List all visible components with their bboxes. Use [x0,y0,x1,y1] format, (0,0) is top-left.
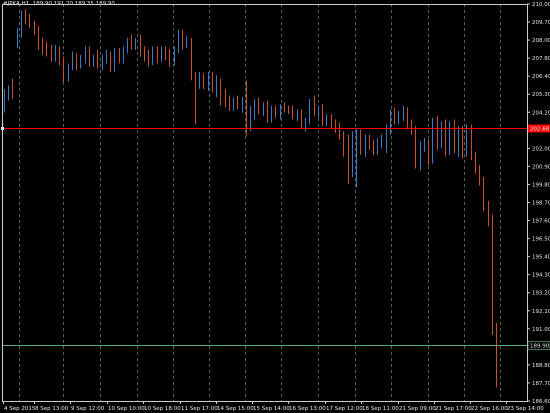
y-tick-label: 207.80 [532,56,550,62]
y-tick-label: 210.00 [532,2,550,8]
y-tick-label: 206.40 [532,74,550,80]
grid-lines [19,4,501,401]
x-tick-label: 17 Sep 12:00 [326,406,363,412]
x-tick-label: 23 Sep 14:00 [507,406,544,412]
x-tick-label: 22 Sep 16:00 [471,406,508,412]
x-tick-label: 15 Sep 14:00 [253,406,290,412]
x-tick-label: 14 Sep 15:00 [217,406,254,412]
x-tick-label: 21 Sep 17:00 [435,406,472,412]
y-tick-label: 205.30 [532,92,550,98]
last-price-label: 189.90 [530,344,550,350]
axes: 210.00 209.70 208.00 207.80 206.40 205.30 204.… [2,2,550,412]
x-tick-label: 8 Sep 13:00 [35,406,69,412]
x-tick-label: 10 Sep 10:00 [108,406,145,412]
y-tick-label: 195.40 [532,255,550,261]
bid-price-label: 202.68 [530,127,550,133]
y-tick-label: 208.00 [532,38,550,44]
x-tick-label: 16 Sep 13:00 [289,406,326,412]
y-tick-label: 204.20 [532,110,550,116]
y-tick-label: 202.00 [532,146,550,152]
y-tick-label: 196.50 [532,237,550,243]
y-tick-label: 198.70 [532,201,550,207]
y-tick-label: 191.00 [532,327,550,333]
x-tick-label: 18 Sep 11:00 [362,406,399,412]
price-levels [1,127,527,346]
y-tick-label: 187.70 [532,381,550,387]
plot-frame [2,4,528,402]
x-tick-label: 11 Sep 17:00 [181,406,218,412]
y-tick-label: 186.60 [532,399,550,405]
x-tick-label: 4 Sep 2015 [4,406,36,412]
y-tick-label: 192.10 [532,309,550,315]
candlestick-chart[interactable]: 210.00 209.70 208.00 207.80 206.40 205.30 204.… [0,0,550,413]
y-tick-label: 199.80 [532,182,550,188]
x-tick-label: 9 Sep 12:00 [71,406,105,412]
y-tick-label: 197.60 [532,219,550,225]
y-tick-label: 188.80 [532,363,550,369]
y-tick-label: 200.90 [532,164,550,170]
y-tick-label: 193.20 [532,291,550,297]
candles [4,9,497,388]
x-tick-label: 21 Sep 09:00 [399,406,436,412]
x-tick-label: 10 Sep 18:00 [144,406,181,412]
y-tick-label: 194.30 [532,273,550,279]
y-tick-label: 209.70 [532,20,550,26]
